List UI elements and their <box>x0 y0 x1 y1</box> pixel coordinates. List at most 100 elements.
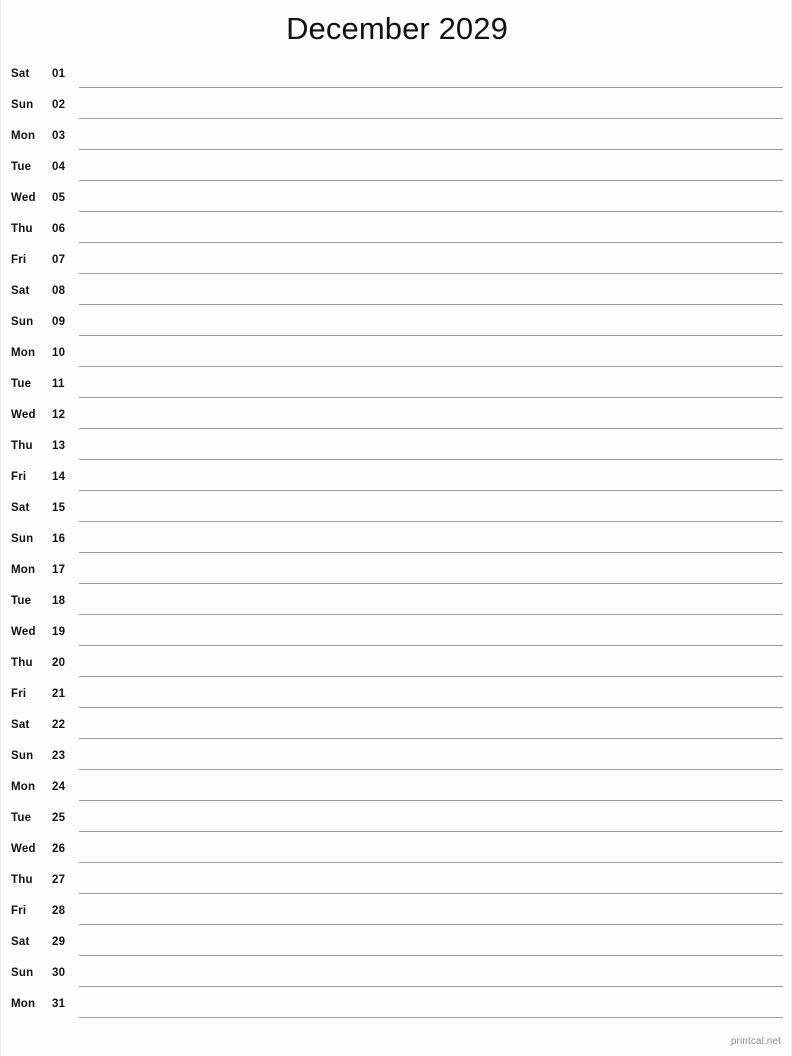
day-row: Fri 28 <box>1 897 791 928</box>
day-date-number: 25 <box>52 812 66 824</box>
day-weekday-label: Sat <box>11 68 30 80</box>
day-notes-line[interactable] <box>79 211 783 212</box>
day-notes-line[interactable] <box>79 552 783 553</box>
day-weekday-label: Thu <box>11 874 33 886</box>
day-date-number: 10 <box>52 347 66 359</box>
day-date-number: 20 <box>52 657 66 669</box>
day-row: Sat 08 <box>1 277 791 308</box>
day-notes-line[interactable] <box>79 614 783 615</box>
day-date-number: 03 <box>52 130 66 142</box>
day-row: Fri 07 <box>1 246 791 277</box>
day-row: Wed 05 <box>1 184 791 215</box>
day-weekday-label: Wed <box>11 409 36 421</box>
day-notes-line[interactable] <box>79 335 783 336</box>
day-notes-line[interactable] <box>79 583 783 584</box>
day-weekday-label: Mon <box>11 347 36 359</box>
day-notes-line[interactable] <box>79 149 783 150</box>
day-notes-line[interactable] <box>79 428 783 429</box>
day-notes-line[interactable] <box>79 738 783 739</box>
day-notes-line[interactable] <box>79 862 783 863</box>
day-row: Sat 01 <box>1 60 791 91</box>
day-date-number: 08 <box>52 285 66 297</box>
day-date-number: 12 <box>52 409 66 421</box>
day-notes-line[interactable] <box>79 924 783 925</box>
day-date-number: 27 <box>52 874 66 886</box>
day-weekday-label: Wed <box>11 843 36 855</box>
day-date-number: 16 <box>52 533 66 545</box>
calendar-page: December 2029 Sat 01 Sun 02 Mon 03 Tue 04 Wed 05 T… <box>0 0 792 1056</box>
day-date-number: 21 <box>52 688 66 700</box>
day-date-number: 22 <box>52 719 66 731</box>
day-notes-line[interactable] <box>79 490 783 491</box>
day-date-number: 24 <box>52 781 66 793</box>
day-notes-line[interactable] <box>79 955 783 956</box>
day-weekday-label: Sun <box>11 316 34 328</box>
day-date-number: 17 <box>52 564 66 576</box>
day-date-number: 05 <box>52 192 66 204</box>
day-weekday-label: Tue <box>11 812 32 824</box>
day-date-number: 26 <box>52 843 66 855</box>
day-date-number: 04 <box>52 161 66 173</box>
footer-credit: printcal.net <box>730 1036 781 1047</box>
day-row: Mon 03 <box>1 122 791 153</box>
day-notes-line[interactable] <box>79 87 783 88</box>
day-notes-line[interactable] <box>79 304 783 305</box>
day-notes-line[interactable] <box>79 676 783 677</box>
day-notes-line[interactable] <box>79 521 783 522</box>
day-weekday-label: Sat <box>11 285 30 297</box>
day-notes-line[interactable] <box>79 273 783 274</box>
day-date-number: 29 <box>52 936 66 948</box>
day-date-number: 11 <box>52 378 65 390</box>
day-notes-line[interactable] <box>79 707 783 708</box>
day-notes-line[interactable] <box>79 769 783 770</box>
day-date-number: 19 <box>52 626 66 638</box>
day-notes-line[interactable] <box>79 118 783 119</box>
day-weekday-label: Fri <box>11 254 27 266</box>
day-weekday-label: Sun <box>11 967 34 979</box>
day-weekday-label: Mon <box>11 564 36 576</box>
day-notes-line[interactable] <box>79 800 783 801</box>
day-row: Sun 02 <box>1 91 791 122</box>
day-weekday-label: Mon <box>11 998 36 1010</box>
day-weekday-label: Wed <box>11 626 36 638</box>
day-notes-line[interactable] <box>79 893 783 894</box>
day-notes-line[interactable] <box>79 180 783 181</box>
day-row: Sun 09 <box>1 308 791 339</box>
day-notes-line[interactable] <box>79 1017 783 1018</box>
day-row: Thu 20 <box>1 649 791 680</box>
day-date-number: 14 <box>52 471 66 483</box>
day-date-number: 15 <box>52 502 66 514</box>
day-row: Wed 19 <box>1 618 791 649</box>
day-weekday-label: Fri <box>11 905 27 917</box>
day-weekday-label: Sun <box>11 533 34 545</box>
day-date-number: 31 <box>52 998 66 1010</box>
day-date-number: 02 <box>52 99 66 111</box>
day-row: Mon 17 <box>1 556 791 587</box>
day-date-number: 28 <box>52 905 66 917</box>
day-date-number: 07 <box>52 254 66 266</box>
page-title: December 2029 <box>286 11 508 46</box>
day-weekday-label: Sat <box>11 719 30 731</box>
day-weekday-label: Tue <box>11 378 32 390</box>
day-date-number: 30 <box>52 967 66 979</box>
day-rows-list: Sat 01 Sun 02 Mon 03 Tue 04 Wed 05 Thu 06 Fri 07 Sat 08… <box>1 60 791 1021</box>
day-row: Thu 13 <box>1 432 791 463</box>
day-weekday-label: Fri <box>11 688 27 700</box>
day-row: Tue 18 <box>1 587 791 618</box>
day-date-number: 23 <box>52 750 66 762</box>
day-weekday-label: Tue <box>11 595 32 607</box>
day-weekday-label: Thu <box>11 440 33 452</box>
day-row: Thu 27 <box>1 866 791 897</box>
day-notes-line[interactable] <box>79 366 783 367</box>
day-row: Sat 15 <box>1 494 791 525</box>
day-notes-line[interactable] <box>79 459 783 460</box>
day-notes-line[interactable] <box>79 831 783 832</box>
day-notes-line[interactable] <box>79 986 783 987</box>
day-date-number: 18 <box>52 595 66 607</box>
day-notes-line[interactable] <box>79 242 783 243</box>
day-row: Tue 04 <box>1 153 791 184</box>
day-weekday-label: Sat <box>11 936 30 948</box>
day-notes-line[interactable] <box>79 645 783 646</box>
day-notes-line[interactable] <box>79 397 783 398</box>
day-row: Tue 25 <box>1 804 791 835</box>
